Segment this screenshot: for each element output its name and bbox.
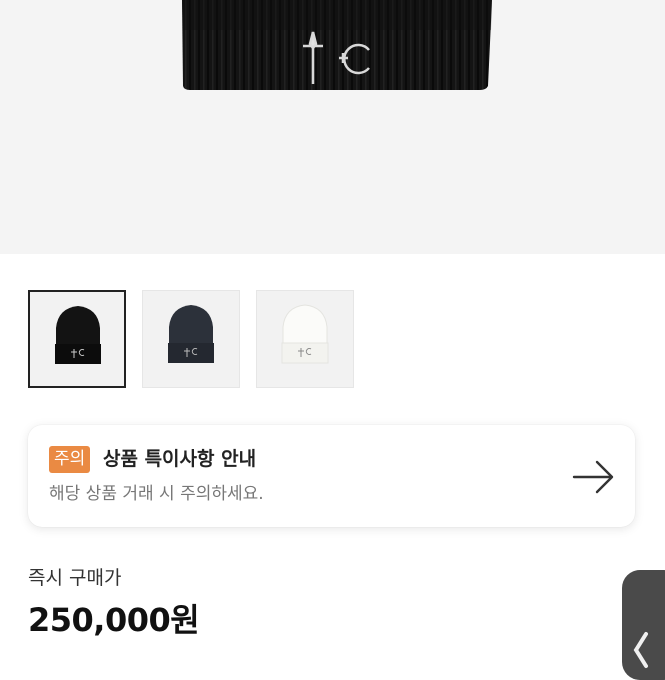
product-notice-card[interactable]: 주의 상품 특이사항 안내 해당 상품 거래 시 주의하세요.	[28, 425, 635, 527]
caution-badge: 주의	[49, 446, 91, 473]
beanie-thumbnail-white	[281, 304, 329, 364]
beanie-image	[182, 0, 492, 90]
notice-title: 상품 특이사항 안내	[103, 448, 257, 470]
thumbnail-navy[interactable]	[142, 290, 240, 388]
chevron-left-icon	[633, 632, 648, 668]
instant-buy-label: 즉시 구매가	[28, 567, 122, 589]
product-main-image	[0, 0, 665, 254]
side-panel-handle[interactable]	[622, 570, 665, 680]
thumbnail-black[interactable]	[28, 290, 126, 388]
beanie-thumbnail-navy	[168, 305, 214, 363]
notice-description: 해당 상품 거래 시 주의하세요.	[49, 484, 264, 504]
instant-buy-price: 250,000원	[28, 601, 200, 639]
thumbnail-white[interactable]	[256, 290, 354, 388]
arrow-right-icon	[572, 460, 614, 494]
beanie-thumbnail-black	[55, 306, 101, 364]
